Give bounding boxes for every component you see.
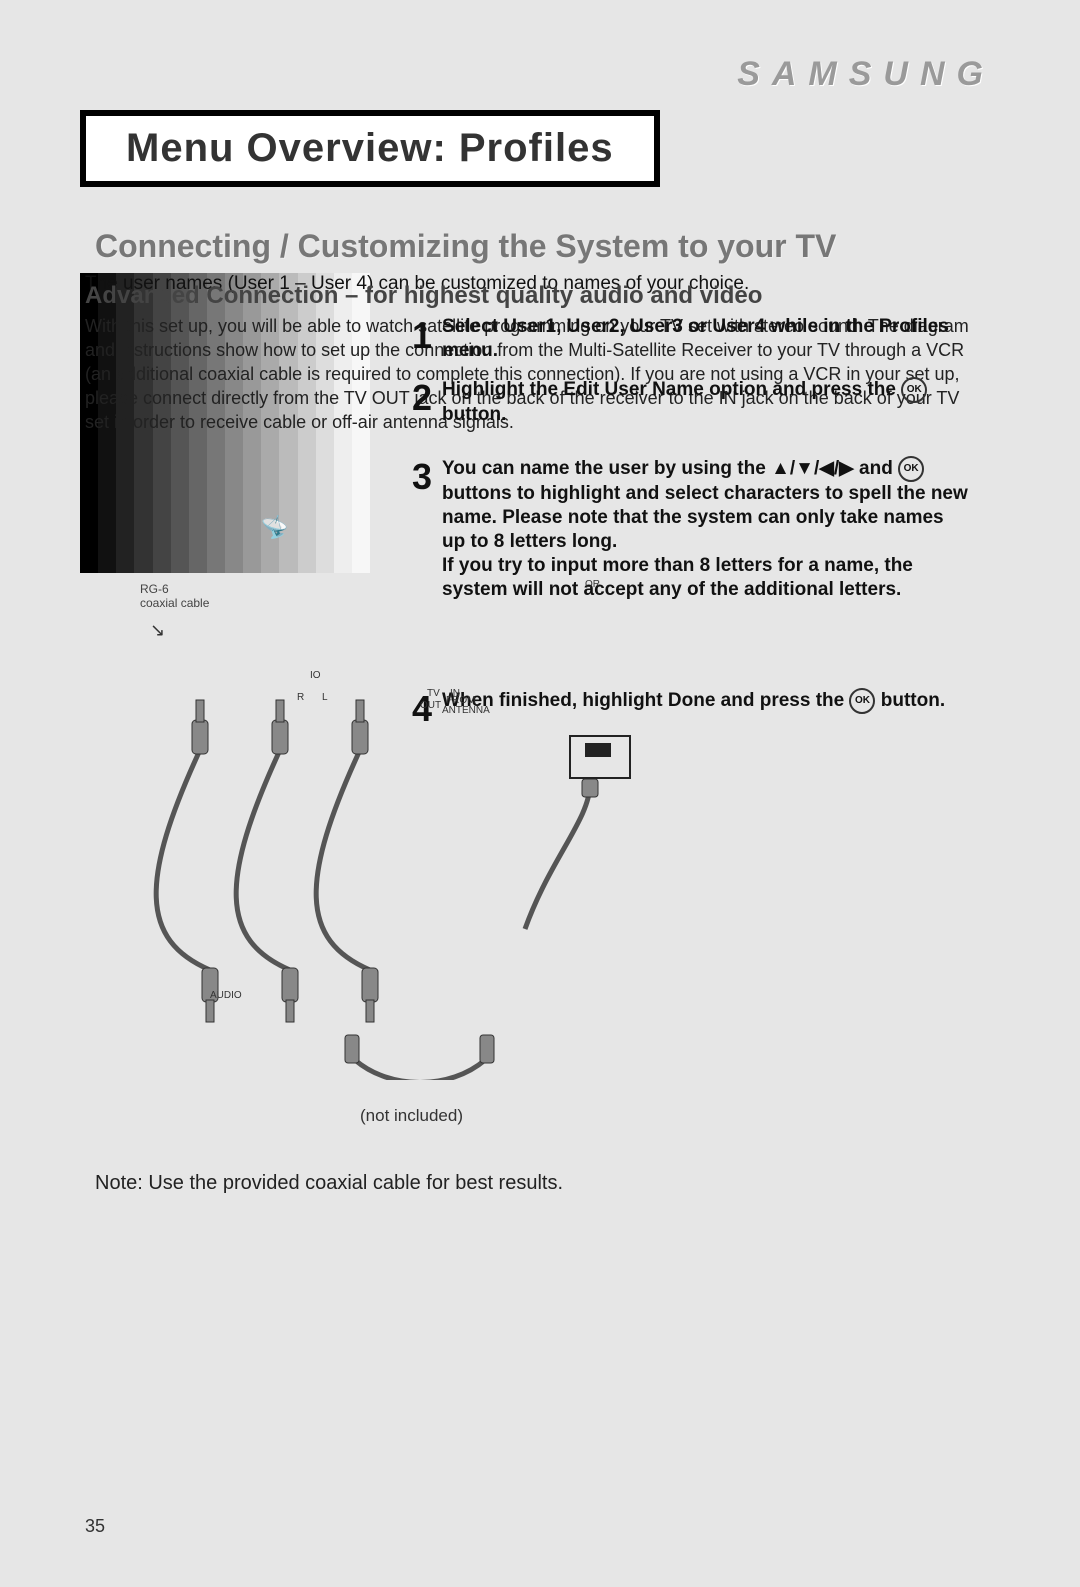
step-number: 3 — [412, 456, 442, 602]
step-text-b: button. — [442, 404, 506, 425]
page-title-box: Menu Overview: Profiles — [80, 110, 660, 187]
brand-logo: SAMSUNG — [737, 55, 995, 94]
ok-icon: OK — [849, 688, 875, 714]
step-text-a: Highlight the Edit User Name option and … — [442, 379, 901, 400]
antenna-port-diagram — [520, 735, 680, 984]
ok-icon: OK — [898, 456, 924, 482]
step-text: Highlight the Edit User Name option and … — [442, 377, 972, 427]
section-heading-overlap: Connecting / Customizing the System to y… — [95, 228, 836, 265]
step-text: You can name the user by using the ▲/▼/◀… — [442, 456, 972, 602]
footer-note: Note: Use the provided coaxial cable for… — [95, 1172, 563, 1195]
step-text-b: buttons to highlight and select characte… — [442, 483, 968, 552]
step-2: 2 Highlight the Edit User Name option an… — [412, 377, 972, 427]
step-text: Select User1, User2, User3 or User4 whil… — [442, 315, 972, 363]
step-text-a: You can name the user by using the ▲/▼/◀… — [442, 458, 898, 479]
ok-icon: OK — [901, 377, 927, 403]
rg6-label: RG-6 coaxial cable — [140, 582, 209, 610]
subheading-overlap: Advanced Connection – for highest qualit… — [85, 282, 762, 310]
or-label: OR — [585, 579, 600, 590]
step-1: 1 Select User1, User2, User3 or User4 wh… — [412, 315, 972, 363]
step-3: 3 You can name the user by using the ▲/▼… — [412, 456, 972, 602]
step-text-b: button. — [881, 690, 945, 711]
antenna-port-icon — [569, 735, 631, 779]
page-number: 35 — [85, 1516, 105, 1537]
not-included-label: (not included) — [360, 1106, 463, 1126]
audio-label: AUDIO — [210, 990, 242, 1001]
cable-diagram — [80, 620, 540, 1080]
step-text-c: If you try to input more than 8 letters … — [442, 555, 913, 600]
page-title: Menu Overview: Profiles — [126, 126, 614, 170]
step-number: 2 — [412, 377, 442, 427]
step-number: 1 — [412, 315, 442, 363]
antenna-cable — [520, 779, 680, 979]
document-page: SAMSUNG Menu Overview: Profiles Connecti… — [0, 0, 1080, 1587]
